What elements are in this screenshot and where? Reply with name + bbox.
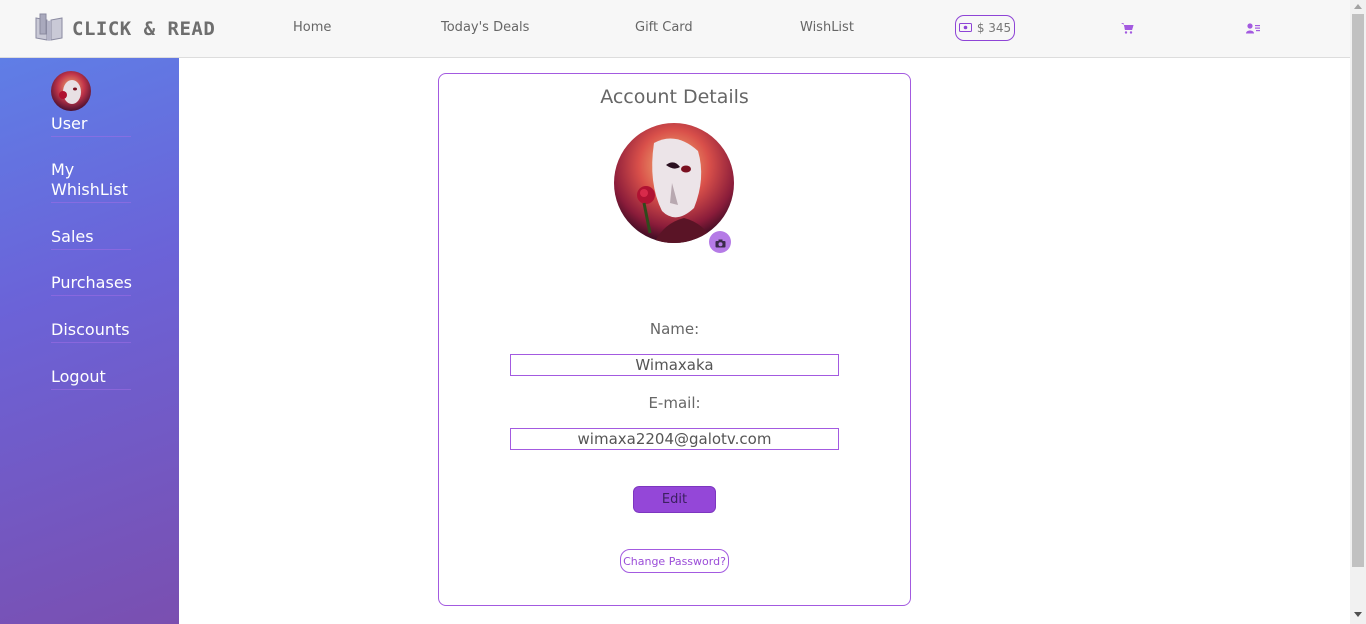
- card-title: Account Details: [600, 86, 749, 108]
- nav-todays-deals-link[interactable]: Today's Deals: [441, 20, 529, 35]
- sidebar-item-discounts[interactable]: Discounts: [51, 320, 131, 343]
- change-photo-button[interactable]: [709, 231, 731, 253]
- sidebar: User My WhishList Sales Purchases Discou…: [0, 58, 179, 624]
- top-navbar: CLICK & READ Home Today's Deals Gift Car…: [0, 0, 1350, 58]
- sidebar-item-purchases[interactable]: Purchases: [51, 273, 132, 296]
- account-details-card: Account Details Name: Wimaxaka E-mail: w…: [438, 73, 911, 606]
- name-label: Name:: [649, 320, 700, 338]
- name-field[interactable]: [510, 354, 839, 376]
- user-list-icon[interactable]: [1246, 19, 1260, 38]
- scroll-down-arrow-icon[interactable]: [1354, 612, 1362, 617]
- nav-gift-card-link[interactable]: Gift Card: [635, 20, 693, 35]
- money-icon: [958, 21, 972, 35]
- camera-icon: [715, 233, 726, 252]
- nav-home-link[interactable]: Home: [293, 20, 331, 35]
- balance-amount: $ 345: [976, 21, 1012, 35]
- logo-text: CLICK & READ: [72, 18, 216, 40]
- sidebar-item-logout[interactable]: Logout: [51, 367, 131, 390]
- scroll-up-arrow-icon[interactable]: [1354, 4, 1362, 9]
- email-label: E-mail:: [648, 394, 701, 412]
- sidebar-item-sales[interactable]: Sales: [51, 227, 131, 250]
- balance-badge[interactable]: $ 345: [955, 15, 1015, 41]
- email-field[interactable]: [510, 428, 839, 450]
- profile-avatar: [614, 123, 734, 243]
- logo[interactable]: CLICK & READ: [34, 13, 215, 45]
- open-book-icon: [34, 13, 64, 45]
- cart-icon[interactable]: [1121, 19, 1134, 38]
- edit-button[interactable]: Edit: [633, 486, 716, 513]
- scrollbar[interactable]: [1350, 0, 1366, 624]
- nav-wishlist-link[interactable]: WishList: [800, 20, 854, 35]
- sidebar-item-user[interactable]: User: [51, 114, 131, 137]
- sidebar-item-my-whishlist[interactable]: My WhishList: [51, 160, 131, 203]
- change-password-button[interactable]: Change Password?: [620, 549, 729, 573]
- sidebar-avatar[interactable]: [51, 71, 91, 111]
- scrollbar-thumb[interactable]: [1352, 14, 1364, 567]
